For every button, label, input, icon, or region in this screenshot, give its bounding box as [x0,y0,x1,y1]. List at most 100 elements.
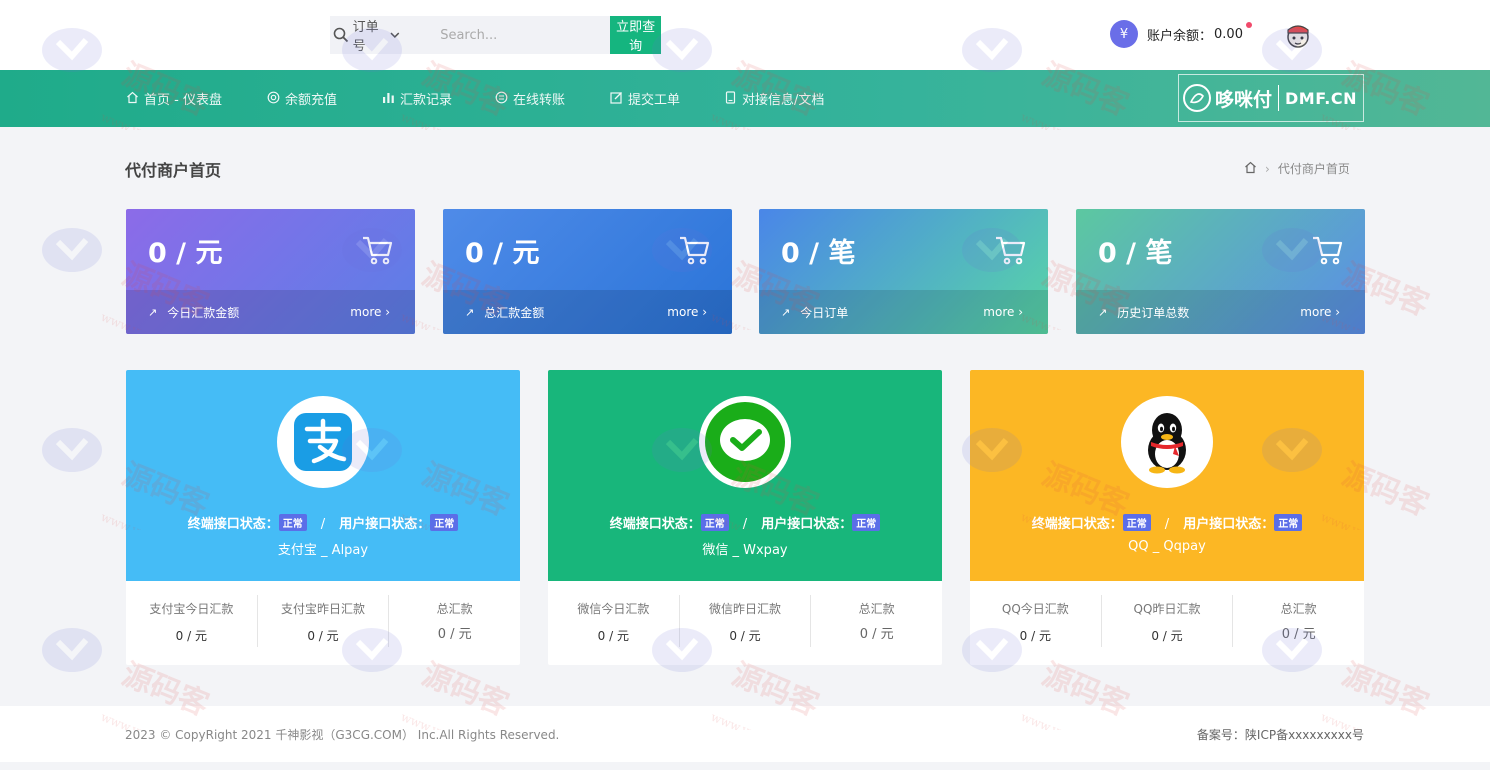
document-icon [724,90,737,107]
nav-item-submit-ticket[interactable]: 提交工单 [610,89,680,108]
status-badge: 正常 [700,514,729,531]
nav-label: 余额充值 [285,93,338,108]
status-badge: 正常 [852,514,881,531]
stat-yesterday: QQ昨日汇款 0 / 元 [1102,595,1234,647]
bar-chart-icon [382,91,395,107]
wechat-icon [705,402,785,482]
channel-icon-circle [277,396,369,488]
channel-name: QQ _ Qqpay [1128,539,1206,554]
stat-value: 0 / 元 [465,238,540,269]
edit-icon [610,91,623,107]
stat-card-total-amount: 0 / 元 ↗ 总汇款金额 more › [443,209,732,334]
brand-divider [1278,85,1280,111]
stat-footer: ↗ 今日订单 more › [759,290,1048,334]
channel-header: 终端接口状态： 正常 / 用户接口状态： 正常 微信 _ Wxpay [548,370,942,581]
stat-value: 0 / 元 [307,629,339,643]
interface-status: 终端接口状态： 正常 / 用户接口状态： 正常 [126,513,520,532]
stat-footer: ↗ 今日汇款金额 more › [126,290,415,334]
user-status-label: 用户接口状态： [761,517,853,532]
stat-value: 0 / 元 [148,238,223,269]
home-icon [126,91,139,107]
channel-stats: 支付宝今日汇款 0 / 元 支付宝昨日汇款 0 / 元 总汇款 0 / 元 [126,595,520,647]
nav-item-dashboard[interactable]: 首页 - 仪表盘 [126,89,222,108]
stat-value: 0 / 元 [1151,629,1183,643]
search-type-label: 订单号 [352,20,379,54]
breadcrumb-current: 代付商户首页 [1277,162,1350,176]
stat-yesterday: 支付宝昨日汇款 0 / 元 [258,595,390,647]
icp-record[interactable]: 备案号：陕ICP备xxxxxxxxx号 [1197,726,1364,743]
stat-value: 0 / 笔 [781,238,856,269]
stat-today: 支付宝今日汇款 0 / 元 [126,595,258,647]
more-link[interactable]: more › [350,305,390,319]
nav-item-api-docs[interactable]: 对接信息/文档 [724,89,824,108]
nav-item-recharge[interactable]: 余额充值 [267,89,337,108]
channel-icon-circle [1121,396,1213,488]
channel-card-alipay: 终端接口状态： 正常 / 用户接口状态： 正常 支付宝 _ Alpay 支付宝今日汇款 0… [126,370,520,665]
stat-today: QQ今日汇款 0 / 元 [970,595,1102,647]
breadcrumb-separator: › [1265,161,1270,176]
shopping-cart-icon [680,236,710,265]
stat-value: 0 / 元 [175,629,207,643]
more-link[interactable]: more › [1300,305,1340,319]
stat-label: 微信今日汇款 [577,602,650,616]
status-badge: 正常 [430,514,459,531]
nav-label: 对接信息/文档 [742,93,825,108]
notification-dot [1246,22,1252,28]
trend-up-icon: ↗ [465,305,475,319]
stat-card-today-orders: 0 / 笔 ↗ 今日订单 more › [759,209,1048,334]
channel-icon-circle [699,396,791,488]
search-icon [330,16,353,54]
dmf-logo-icon [1183,84,1211,112]
shopping-cart-icon [363,236,393,265]
search-input[interactable] [414,16,611,54]
trend-up-icon: ↗ [148,305,158,319]
balance-label: 账户余额： [1147,28,1213,44]
terminal-status-label: 终端接口状态： [187,517,279,532]
more-link[interactable]: more › [983,305,1023,319]
interface-status: 终端接口状态： 正常 / 用户接口状态： 正常 [970,513,1364,532]
account-balance: ¥ 账户余额： 0.00 [1110,20,1252,48]
stat-label: 今日订单 [800,305,849,320]
brand-logo[interactable]: 哆咪付 DMF.CN [1178,74,1364,122]
alipay-icon [294,413,352,471]
terminal-status-label: 终端接口状态： [1031,517,1123,532]
nav-label: 在线转账 [513,93,566,108]
brand-domain: DMF.CN [1285,88,1358,108]
nav-item-remittance-records[interactable]: 汇款记录 [382,89,452,108]
channel-name: 支付宝 _ Alpay [277,543,369,558]
more-link[interactable]: more › [667,305,707,319]
channel-stats: QQ今日汇款 0 / 元 QQ昨日汇款 0 / 元 总汇款 0 / 元 [970,595,1364,647]
stat-total: 总汇款 0 / 元 [811,595,942,647]
channel-header: 终端接口状态： 正常 / 用户接口状态： 正常 QQ _ Qqpay [970,370,1364,581]
user-status-label: 用户接口状态： [339,517,431,532]
stat-value: 0 / 元 [597,629,629,643]
yen-icon: ¥ [1110,20,1138,48]
status-divider: / [742,517,748,532]
channel-header: 终端接口状态： 正常 / 用户接口状态： 正常 支付宝 _ Alpay [126,370,520,581]
chevron-down-icon [390,32,400,38]
stat-footer: ↗ 总汇款金额 more › [443,290,732,334]
status-divider: / [1164,517,1170,532]
page-title: 代付商户首页 [125,161,222,180]
stat-label: 支付宝昨日汇款 [281,602,366,616]
search-button[interactable]: 立即查询 [610,16,661,54]
home-icon[interactable] [1244,161,1257,177]
interface-status: 终端接口状态： 正常 / 用户接口状态： 正常 [548,513,942,532]
search-type-select[interactable]: 订单号 [353,16,415,54]
nav-item-online-transfer[interactable]: 在线转账 [495,89,565,108]
stat-value: 0 / 元 [859,627,894,642]
terminal-status-label: 终端接口状态： [609,517,701,532]
status-badge: 正常 [278,514,307,531]
stat-value: 0 / 元 [1019,629,1051,643]
status-divider: / [320,517,326,532]
balance-value: 0.00 [1214,26,1243,42]
stat-label: 总汇款金额 [484,305,545,320]
copyright-text: 2023 © CopyRight 2021 千神影视（G3CG.COM） Inc… [125,728,560,742]
breadcrumb: › 代付商户首页 [1244,160,1350,177]
status-badge: 正常 [1274,514,1303,531]
avatar[interactable] [1283,20,1313,50]
stat-card-today-amount: 0 / 元 ↗ 今日汇款金额 more › [126,209,415,334]
stat-total: 总汇款 0 / 元 [1233,595,1364,647]
user-status-label: 用户接口状态： [1183,517,1275,532]
recharge-icon [267,91,280,107]
